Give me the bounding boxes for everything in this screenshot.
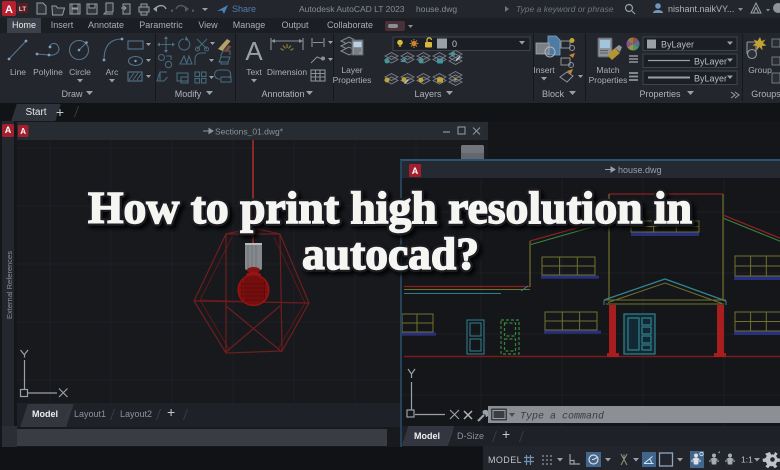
svg-text:Properties: Properties (333, 75, 372, 85)
svg-text:Draw: Draw (61, 89, 83, 99)
svg-text:Type a command: Type a command (520, 411, 604, 423)
svg-text:1:1: 1:1 (741, 455, 753, 465)
svg-text:house.dwg: house.dwg (416, 4, 457, 14)
svg-text:Text: Text (246, 67, 262, 77)
svg-text:Properties: Properties (589, 75, 628, 85)
svg-text:ByLayer: ByLayer (694, 57, 727, 67)
svg-text:Properties: Properties (639, 89, 681, 99)
svg-text:Insert: Insert (533, 65, 555, 75)
svg-text:Line: Line (10, 67, 26, 77)
svg-text:Share: Share (232, 4, 256, 14)
svg-text:Block: Block (542, 89, 565, 99)
svg-text:Match: Match (596, 65, 619, 75)
svg-text:nishant.naikVY...: nishant.naikVY... (668, 4, 734, 14)
svg-text:autocad?: autocad? (302, 229, 479, 279)
svg-text:A: A (245, 36, 263, 66)
svg-text:Type a keyword or phrase: Type a keyword or phrase (516, 4, 614, 14)
svg-text:Arc: Arc (106, 67, 120, 77)
svg-text:A: A (20, 127, 26, 136)
svg-text:ByLayer: ByLayer (661, 40, 694, 50)
svg-text:Dimension: Dimension (267, 67, 307, 77)
svg-text:LT: LT (19, 6, 26, 13)
svg-text:MODEL: MODEL (488, 455, 522, 465)
svg-text:Sections_01.dwg*: Sections_01.dwg* (215, 127, 284, 137)
svg-text:Autodesk AutoCAD LT 2023: Autodesk AutoCAD LT 2023 (299, 4, 405, 14)
svg-text:How to print high resolution i: How to print high resolution in (88, 183, 692, 233)
svg-text:Polyline: Polyline (33, 67, 63, 77)
svg-text:Group: Group (748, 65, 772, 75)
svg-text:Circle: Circle (69, 67, 91, 77)
svg-text:Groups: Groups (751, 89, 780, 99)
svg-text:Annotation: Annotation (261, 89, 304, 99)
svg-text:Layer: Layer (341, 65, 362, 75)
svg-text:0: 0 (452, 39, 457, 49)
svg-text:Modify: Modify (175, 89, 202, 99)
svg-text:Layers: Layers (414, 89, 442, 99)
svg-text:ByLayer: ByLayer (694, 74, 727, 84)
svg-text:A: A (5, 4, 13, 16)
